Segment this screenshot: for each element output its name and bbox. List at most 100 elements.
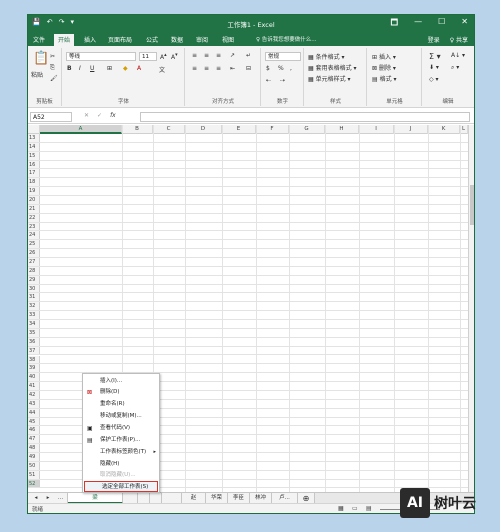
grid-row[interactable]: 22 (28, 213, 468, 223)
grid-row[interactable]: 26 (28, 249, 468, 259)
increase-font-icon[interactable]: A▴ (160, 52, 167, 61)
underline-button[interactable]: U (90, 65, 94, 72)
align-top-icon[interactable]: ≡ (192, 52, 197, 59)
row-header[interactable]: 42 (28, 390, 40, 399)
row-header[interactable]: 21 (28, 204, 40, 213)
menu-rename[interactable]: 重命名(R) (83, 399, 159, 410)
grid-row[interactable]: 37 (28, 346, 468, 356)
row-header[interactable]: 44 (28, 408, 40, 417)
grid-row[interactable]: 17 (28, 169, 468, 179)
insert-cells-button[interactable]: ⊞ 插入 ▾ (372, 52, 396, 61)
fill-color-icon[interactable]: ◆ (123, 65, 128, 72)
grid-row[interactable]: 34 (28, 320, 468, 329)
row-header[interactable]: 24 (28, 231, 40, 240)
row-header[interactable]: 14 (28, 142, 40, 151)
grid-row[interactable]: 21 (28, 204, 468, 214)
menu-select-all-sheets[interactable]: 选定全部工作表(S) (84, 481, 158, 492)
wrap-text-icon[interactable]: ↵ (246, 52, 251, 59)
row-header[interactable]: 15 (28, 151, 40, 160)
column-header[interactable]: H (325, 125, 359, 134)
row-header[interactable]: 36 (28, 337, 40, 346)
row-header[interactable]: 38 (28, 355, 40, 364)
grid-row[interactable]: 36 (28, 337, 468, 347)
row-header[interactable]: 50 (28, 461, 40, 470)
increase-decimal-icon[interactable]: ⇠ (266, 77, 271, 84)
align-right-icon[interactable]: ≡ (216, 65, 221, 72)
minimize-icon[interactable]: — (414, 17, 422, 31)
fill-icon[interactable]: ⬇ ▾ (429, 64, 439, 71)
row-header[interactable]: 26 (28, 249, 40, 258)
font-color-icon[interactable]: A (137, 65, 141, 72)
row-header[interactable]: 16 (28, 160, 40, 169)
column-header[interactable]: J (394, 125, 428, 134)
menu-protect-sheet[interactable]: ▤ 保护工作表(P)... (83, 435, 159, 446)
format-cells-button[interactable]: ▤ 格式 ▾ (372, 74, 397, 83)
grid-row[interactable]: 18 (28, 178, 468, 188)
column-header[interactable]: I (359, 125, 394, 134)
grid-row[interactable]: 29 (28, 275, 468, 285)
delete-cells-button[interactable]: ⊠ 删除 ▾ (372, 63, 396, 72)
grid-row[interactable]: 19 (28, 187, 468, 197)
normal-view-icon[interactable]: ▦ (338, 505, 344, 512)
row-header[interactable]: 20 (28, 196, 40, 204)
sort-filter-icon[interactable]: A↓ ▾ (451, 52, 465, 59)
tell-me-search[interactable]: ♀ 告诉我您想要做什么... (256, 35, 317, 43)
orientation-icon[interactable]: ↗ (230, 52, 235, 59)
row-header[interactable]: 41 (28, 382, 40, 390)
row-header[interactable]: 47 (28, 435, 40, 444)
phonetic-icon[interactable]: 文 (159, 65, 165, 74)
comma-style-icon[interactable]: , (290, 65, 292, 72)
paste-button-label[interactable]: 粘贴 (31, 70, 43, 79)
row-header[interactable]: 33 (28, 311, 40, 320)
grid-row[interactable]: 33 (28, 311, 468, 321)
menu-delete[interactable]: ⊠ 删除(D) (83, 387, 159, 398)
border-icon[interactable]: ⊞ (107, 65, 112, 72)
row-header[interactable]: 34 (28, 320, 40, 328)
font-size-select[interactable]: 11 (139, 52, 157, 61)
font-name-select[interactable]: 等线 (66, 52, 136, 61)
row-header[interactable]: 43 (28, 399, 40, 408)
align-left-icon[interactable]: ≡ (192, 65, 197, 72)
ribbon-display-icon[interactable]: 🗖 (391, 17, 399, 31)
login-link[interactable]: 登录 (428, 35, 440, 44)
row-header[interactable]: 51 (28, 470, 40, 479)
row-header[interactable]: 29 (28, 275, 40, 284)
tab-page-layout[interactable]: 页面布局 (108, 35, 132, 44)
align-center-icon[interactable]: ≡ (204, 65, 209, 72)
column-header[interactable]: F (256, 125, 289, 134)
row-header[interactable]: 30 (28, 284, 40, 293)
row-header[interactable]: 48 (28, 444, 40, 452)
row-header[interactable]: 49 (28, 452, 40, 461)
menu-hide[interactable]: 隐藏(H) (83, 459, 159, 470)
menu-tab-color[interactable]: 工作表标签颜色(T) ▸ (83, 447, 159, 458)
copy-icon[interactable]: ⎘ (50, 64, 55, 72)
grid-row[interactable]: 28 (28, 266, 468, 276)
select-all-corner[interactable] (28, 125, 40, 134)
maximize-icon[interactable]: ☐ (438, 17, 445, 31)
accounting-format-icon[interactable]: $ (266, 65, 270, 72)
format-painter-icon[interactable]: 🖌 (50, 75, 58, 82)
grid-row[interactable]: 27 (28, 258, 468, 267)
scroll-thumb[interactable] (470, 185, 474, 225)
column-header[interactable]: A (40, 125, 122, 134)
decrease-font-icon[interactable]: A▾ (171, 52, 178, 61)
grid-row[interactable]: 31 (28, 293, 468, 303)
cancel-icon[interactable]: ✕ (84, 112, 89, 119)
paste-icon[interactable]: 📋 (33, 51, 49, 66)
name-box[interactable]: A52 (30, 112, 72, 122)
row-header[interactable]: 39 (28, 364, 40, 373)
vertical-scrollbar[interactable] (468, 125, 474, 492)
grid-row[interactable]: 25 (28, 240, 468, 250)
grid-row[interactable]: 32 (28, 302, 468, 312)
row-header[interactable]: 37 (28, 346, 40, 355)
grid-row[interactable]: 39 (28, 364, 468, 374)
row-header[interactable]: 31 (28, 293, 40, 302)
page-layout-view-icon[interactable]: ▭ (352, 505, 358, 512)
row-header[interactable]: 27 (28, 258, 40, 266)
grid-row[interactable]: 15 (28, 151, 468, 161)
column-header[interactable]: B (122, 125, 153, 134)
percent-style-icon[interactable]: % (278, 65, 284, 72)
column-header[interactable]: K (428, 125, 460, 134)
grid-row[interactable]: 30 (28, 284, 468, 294)
bold-button[interactable]: B (67, 65, 72, 72)
